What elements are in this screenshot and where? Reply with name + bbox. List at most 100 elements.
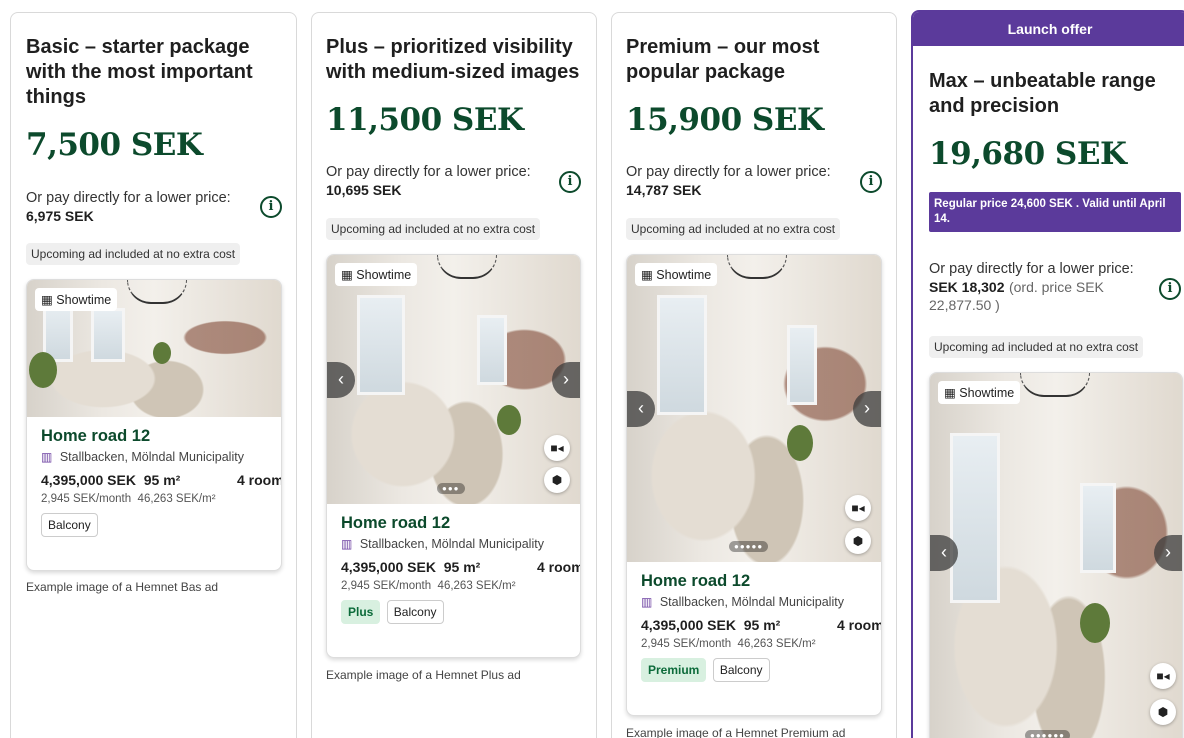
upcoming-ad-chip: Upcoming ad included at no extra cost	[626, 218, 841, 240]
calendar-icon: ▦	[944, 386, 956, 400]
direct-pay-label: Or pay directly for a lower price:	[929, 261, 1134, 277]
listing-address[interactable]: Home road 12	[341, 514, 566, 533]
listing-price: 4,395,000 SEK	[341, 559, 436, 575]
listing-area: 95 m²	[143, 472, 181, 488]
video-icon[interactable]: ■◂	[845, 495, 871, 521]
showtime-label: Showtime	[656, 268, 712, 282]
image-pagination-dots[interactable]: ●●●●●●	[1025, 730, 1070, 738]
listing-photo[interactable]: ▦ Showtime ‹ › ■◂ ⬢ ●●●●●	[627, 255, 881, 562]
listing-photo[interactable]: ▦ Showtime	[27, 280, 281, 417]
listing-rooms: 4 room	[537, 559, 581, 575]
listing-monthly-fee: 2,945 SEK/month	[341, 580, 432, 592]
listing-address[interactable]: Home road 12	[641, 572, 867, 591]
listing-location: Stallbacken, Mölndal Municipality	[659, 595, 844, 609]
direct-pay-amount: 6,975 SEK	[26, 208, 94, 224]
package-title: Premium – our most popular package	[626, 36, 820, 83]
info-icon[interactable]: i	[260, 196, 282, 218]
package-card-basic: Basic – starter package with the most im…	[10, 12, 297, 738]
direct-pay-label: Or pay directly for a lower price:	[626, 164, 831, 180]
3d-view-icon[interactable]: ⬢	[845, 528, 871, 554]
example-ad-card[interactable]: ▦ Showtime ‹ › ■◂ ⬢ ●●●●●●	[929, 372, 1183, 738]
example-caption: Example image of a Hemnet Bas ad	[26, 580, 219, 594]
package-title: Plus – prioritized visibility with mediu…	[326, 36, 580, 83]
building-icon: ▥	[641, 595, 653, 609]
info-icon[interactable]: i	[860, 171, 882, 193]
listing-price-per-sqm: 46,263 SEK/m²	[737, 638, 816, 650]
package-card-max: Launch offer Max – unbeatable range and …	[911, 10, 1184, 738]
upcoming-ad-chip: Upcoming ad included at no extra cost	[26, 243, 241, 265]
showtime-label: Showtime	[356, 268, 412, 282]
listing-address[interactable]: Home road 12	[41, 427, 267, 446]
package-price: 19,680 SEK	[929, 136, 1127, 172]
package-card-plus: Plus – prioritized visibility with mediu…	[311, 12, 597, 738]
package-level-tag: Plus	[341, 600, 381, 624]
video-icon[interactable]: ■◂	[1150, 663, 1176, 689]
launch-offer-banner: Launch offer	[913, 12, 1184, 46]
package-price: 11,500 SEK	[326, 102, 524, 138]
calendar-icon: ▦	[341, 268, 353, 282]
showtime-badge[interactable]: ▦ Showtime	[635, 263, 718, 286]
direct-pay-block: Or pay directly for a lower price: 6,975…	[26, 189, 256, 224]
example-ad-card[interactable]: ▦ Showtime ‹ › ■◂ ⬢ ●●● Home road 12 ▥ S…	[326, 254, 581, 658]
image-pagination-dots[interactable]: ●●●	[437, 483, 465, 494]
next-image-button[interactable]: ›	[1154, 535, 1182, 571]
calendar-icon: ▦	[641, 268, 653, 282]
direct-pay-amount: 14,787 SEK	[626, 182, 702, 198]
listing-price: 4,395,000 SEK	[41, 472, 136, 488]
upcoming-ad-chip: Upcoming ad included at no extra cost	[929, 336, 1144, 358]
example-caption: Example image of a Hemnet Plus ad	[326, 668, 521, 682]
showtime-badge[interactable]: ▦ Showtime	[938, 381, 1021, 404]
package-price: 15,900 SEK	[626, 102, 824, 138]
example-ad-card[interactable]: ▦ Showtime ‹ › ■◂ ⬢ ●●●●● Home road 12 ▥…	[626, 254, 882, 716]
example-ad-card[interactable]: ▦ Showtime Home road 12 ▥ Stallbacken, M…	[26, 279, 282, 571]
showtime-label: Showtime	[56, 293, 112, 307]
showtime-badge[interactable]: ▦ Showtime	[35, 288, 118, 311]
package-level-tag: Premium	[641, 658, 707, 682]
listing-location: Stallbacken, Mölndal Municipality	[359, 537, 544, 551]
3d-view-icon[interactable]: ⬢	[1150, 699, 1176, 725]
listing-rooms: 4 room	[837, 617, 882, 633]
listing-area: 95 m²	[443, 559, 481, 575]
building-icon: ▥	[341, 537, 353, 551]
direct-pay-block: Or pay directly for a lower price: SEK 1…	[929, 260, 1144, 315]
direct-pay-label: Or pay directly for a lower price:	[326, 164, 531, 180]
showtime-badge[interactable]: ▦ Showtime	[335, 263, 418, 286]
calendar-icon: ▦	[41, 293, 53, 307]
showtime-label: Showtime	[959, 386, 1015, 400]
info-icon[interactable]: i	[1159, 278, 1181, 300]
image-pagination-dots[interactable]: ●●●●●	[729, 541, 769, 552]
package-title: Max – unbeatable range and precision	[929, 70, 1156, 117]
example-caption: Example image of a Hemnet Premium ad	[626, 726, 846, 738]
listing-price-per-sqm: 46,263 SEK/m²	[137, 493, 216, 505]
previous-image-button[interactable]: ‹	[627, 391, 655, 427]
listing-photo[interactable]: ▦ Showtime ‹ › ■◂ ⬢ ●●●●●●	[930, 373, 1182, 738]
upcoming-ad-chip: Upcoming ad included at no extra cost	[326, 218, 541, 240]
info-icon[interactable]: i	[559, 171, 581, 193]
direct-pay-amount: 10,695 SEK	[326, 182, 402, 198]
building-icon: ▥	[41, 450, 53, 464]
next-image-button[interactable]: ›	[552, 362, 580, 398]
regular-price-note: Regular price 24,600 SEK . Valid until A…	[929, 192, 1181, 232]
package-price: 7,500 SEK	[26, 127, 203, 163]
feature-tag: Balcony	[41, 513, 98, 537]
direct-pay-block: Or pay directly for a lower price: 14,78…	[626, 163, 856, 198]
feature-tag: Balcony	[712, 658, 770, 682]
listing-area: 95 m²	[743, 617, 781, 633]
direct-pay-block: Or pay directly for a lower price: 10,69…	[326, 163, 556, 198]
next-image-button[interactable]: ›	[853, 391, 881, 427]
listing-price: 4,395,000 SEK	[641, 617, 736, 633]
listing-monthly-fee: 2,945 SEK/month	[641, 638, 732, 650]
listing-rooms: 4 room	[237, 472, 282, 488]
3d-view-icon[interactable]: ⬢	[544, 467, 570, 493]
listing-photo[interactable]: ▦ Showtime ‹ › ■◂ ⬢ ●●●	[327, 255, 580, 504]
feature-tag: Balcony	[386, 600, 444, 624]
direct-pay-label: Or pay directly for a lower price:	[26, 190, 231, 206]
package-title: Basic – starter package with the most im…	[26, 36, 253, 108]
previous-image-button[interactable]: ‹	[327, 362, 355, 398]
listing-location: Stallbacken, Mölndal Municipality	[59, 450, 244, 464]
direct-pay-amount: SEK 18,302	[929, 279, 1005, 295]
package-card-premium: Premium – our most popular package 15,90…	[611, 12, 897, 738]
listing-price-per-sqm: 46,263 SEK/m²	[437, 580, 516, 592]
video-icon[interactable]: ■◂	[544, 435, 570, 461]
listing-monthly-fee: 2,945 SEK/month	[41, 493, 132, 505]
